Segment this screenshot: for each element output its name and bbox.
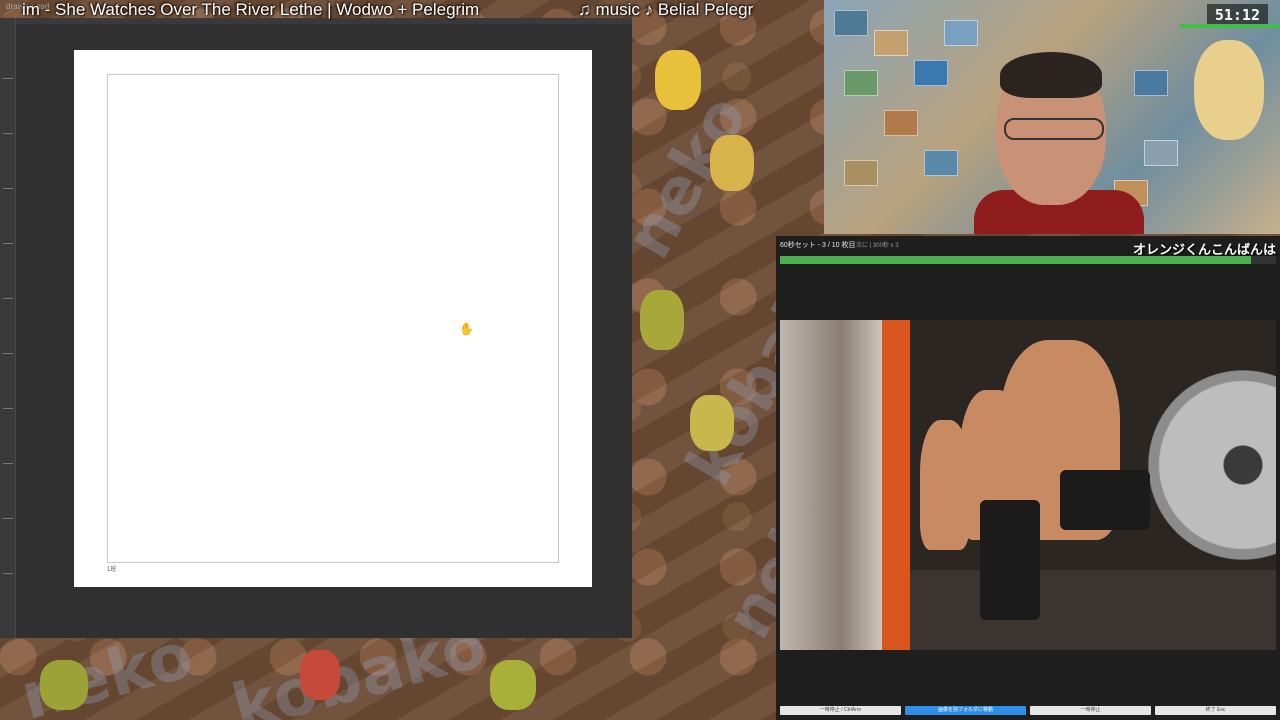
frame-label: 1班 bbox=[107, 567, 117, 573]
hand-cursor-icon: ✋ bbox=[459, 322, 474, 336]
drawing-frame[interactable] bbox=[107, 74, 559, 563]
character-sticker bbox=[690, 395, 734, 451]
app-controls: 一時停止 / CtrlArro 画像を別フォルダに移動 一時停止 終了 Esc bbox=[780, 706, 1276, 716]
countdown-progress-track bbox=[780, 256, 1276, 264]
move-to-folder-button[interactable]: 画像を別フォルダに移動 bbox=[905, 706, 1026, 715]
streamer-hair bbox=[1000, 52, 1102, 98]
character-sticker bbox=[490, 660, 536, 710]
character-sticker bbox=[655, 50, 701, 110]
now-playing-overlay: drawing.psd im - She Watches Over The Ri… bbox=[0, 0, 824, 22]
plush-toy bbox=[1194, 40, 1264, 140]
character-sticker bbox=[710, 135, 754, 191]
drawing-editor: 1班 ✋ bbox=[0, 18, 632, 638]
music-label: ♫ music ♪ Belial Pelegr bbox=[578, 0, 754, 19]
reference-photo bbox=[780, 320, 1276, 650]
previous-button[interactable]: 一時停止 / CtrlArro bbox=[780, 706, 901, 715]
shorts bbox=[980, 500, 1040, 620]
character-sticker bbox=[640, 290, 684, 350]
character-sticker bbox=[40, 660, 88, 710]
next-set-label: 次に | 300秒 x 3 bbox=[856, 243, 899, 249]
canvas-artboard[interactable]: 1班 ✋ bbox=[74, 50, 592, 587]
left-ruler bbox=[0, 18, 16, 638]
floor bbox=[910, 570, 1276, 650]
glasses bbox=[1004, 118, 1104, 140]
shorts bbox=[1060, 470, 1150, 530]
now-playing-title: im - She Watches Over The River Lethe | … bbox=[22, 0, 480, 19]
countdown-progress-fill bbox=[780, 256, 1252, 264]
webcam-feed: 51:12 bbox=[824, 0, 1280, 234]
session-timer: 51:12 bbox=[1206, 4, 1268, 26]
set-progress-label: 60秒セット - 3 / 10 枚目 bbox=[780, 242, 856, 249]
pause-button[interactable]: 一時停止 bbox=[1030, 706, 1151, 715]
gear-prop bbox=[1148, 370, 1276, 560]
character-sticker bbox=[300, 650, 340, 700]
timer-progress-bar bbox=[1180, 24, 1280, 28]
glass-wall bbox=[780, 320, 882, 650]
quit-button[interactable]: 終了 Esc bbox=[1155, 706, 1276, 715]
orange-post bbox=[882, 320, 910, 650]
reference-practice-app: 60秒セット - 3 / 10 枚目 次に | 300秒 x 3 オレンジくんこ… bbox=[776, 236, 1280, 720]
